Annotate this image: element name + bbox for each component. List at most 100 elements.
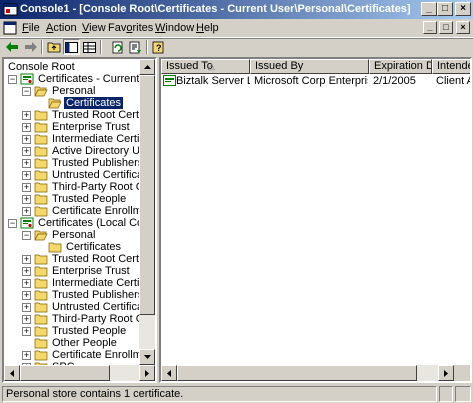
collapse-icon[interactable]: − [8, 219, 17, 228]
show-hide-tree-button[interactable] [63, 39, 80, 55]
title-bar[interactable]: Console1 - [Console Root\Certificates - … [0, 0, 473, 19]
expand-icon[interactable]: + [22, 207, 31, 216]
collapse-icon[interactable]: − [22, 87, 31, 96]
expand-icon[interactable]: + [22, 291, 31, 300]
tree-item-label: Console Root [8, 61, 75, 73]
menu-action[interactable]: Action [46, 22, 77, 34]
collapse-icon[interactable]: − [22, 231, 31, 240]
list-scroll-right-button[interactable] [438, 365, 454, 381]
expand-icon[interactable]: + [22, 303, 31, 312]
folder-icon [34, 254, 48, 265]
folder-icon [34, 194, 48, 205]
tree-scroll-up-button[interactable] [139, 59, 155, 75]
column-expiration-date[interactable]: Expiration Date [369, 59, 432, 74]
folder-icon [34, 278, 48, 289]
expand-icon[interactable]: + [22, 279, 31, 288]
help-question-icon: ? [152, 41, 164, 53]
size-grip[interactable] [455, 386, 471, 402]
certificate-store-icon [20, 217, 34, 229]
list-scroll-left-button[interactable] [161, 365, 177, 381]
expand-icon[interactable]: + [22, 123, 31, 132]
menu-bar: File Action View Favorites Window Help [0, 19, 473, 38]
expand-icon[interactable]: + [22, 183, 31, 192]
refresh-button[interactable] [109, 39, 126, 55]
tree-item-label: Certificates [66, 241, 122, 253]
tree-horizontal-scrollbar[interactable] [4, 365, 155, 381]
refresh-icon [112, 41, 123, 53]
certificate-icon [163, 75, 176, 86]
cell-issued-to: Biztalk Server Labs [176, 75, 250, 87]
column-issued-to[interactable]: Issued To △ [161, 59, 250, 74]
mmc-app-icon [3, 3, 18, 16]
child-restore-button[interactable]: □ [439, 21, 453, 34]
tree-item-label: Trusted People [52, 325, 127, 337]
minimize-button[interactable]: _ [421, 2, 437, 16]
list-horizontal-scrollbar[interactable] [161, 365, 454, 381]
help-button[interactable]: ? [150, 39, 167, 55]
certificate-list[interactable]: Issued To △ Issued By Expiration Date In… [159, 57, 472, 383]
expand-icon[interactable]: + [22, 195, 31, 204]
toolbar-separator [41, 40, 43, 54]
toolbar: ? [0, 38, 473, 55]
child-minimize-button[interactable]: _ [423, 21, 437, 34]
expand-icon[interactable]: + [22, 315, 31, 324]
expand-icon[interactable]: + [22, 327, 31, 336]
arrow-up-icon [143, 65, 151, 69]
expand-icon[interactable]: + [22, 351, 31, 360]
column-intended-purposes[interactable]: Intended [432, 59, 470, 74]
details-grid-icon [83, 41, 96, 53]
menu-window[interactable]: Window [155, 22, 194, 34]
folder-icon [34, 170, 48, 181]
expand-icon[interactable]: + [22, 111, 31, 120]
expand-icon[interactable]: + [22, 255, 31, 264]
certificate-store-icon [20, 73, 34, 85]
menu-help[interactable]: Help [196, 22, 219, 34]
column-issued-by[interactable]: Issued By [250, 59, 369, 74]
child-close-button[interactable]: × [456, 21, 470, 34]
export-list-icon [129, 41, 141, 53]
folder-icon [34, 266, 48, 277]
folder-icon [48, 242, 62, 253]
folder-icon [34, 146, 48, 157]
menu-view[interactable]: View [82, 22, 106, 34]
console-tree-icon [65, 41, 78, 53]
menu-favorites[interactable]: Favorites [108, 22, 153, 34]
arrow-right-icon [145, 369, 149, 377]
folder-open-icon [34, 86, 48, 97]
tree-item-label: Trusted People [52, 193, 127, 205]
console-tree[interactable]: Console Root − Certificates - Current User… [2, 57, 157, 383]
expand-icon[interactable]: + [22, 135, 31, 144]
status-panel [439, 386, 453, 402]
back-arrow-icon [6, 42, 18, 52]
back-button[interactable] [4, 39, 21, 55]
maximize-button[interactable]: □ [437, 2, 453, 16]
view-details-button[interactable] [81, 39, 98, 55]
expand-icon[interactable]: + [22, 267, 31, 276]
expand-icon[interactable]: + [22, 159, 31, 168]
tree-item-label: Certificates [62, 96, 125, 110]
tree-scroll-right-button[interactable] [139, 365, 155, 381]
console-document-icon[interactable] [3, 21, 17, 35]
tree-scroll-thumb[interactable] [139, 75, 155, 315]
arrow-down-icon [143, 355, 151, 359]
forward-button[interactable] [22, 39, 39, 55]
folder-up-icon [47, 42, 60, 53]
collapse-icon[interactable]: − [8, 75, 17, 84]
tree-hscroll-thumb[interactable] [20, 365, 110, 381]
expand-icon[interactable]: + [22, 147, 31, 156]
menu-file[interactable]: File [22, 22, 40, 34]
scroll-corner [454, 365, 470, 381]
close-button[interactable]: × [455, 2, 471, 16]
sort-ascending-icon: △ [208, 61, 215, 71]
export-list-button[interactable] [127, 39, 144, 55]
expand-icon[interactable]: + [22, 171, 31, 180]
svg-text:?: ? [156, 43, 162, 53]
folder-icon [34, 350, 48, 361]
tree-vertical-scrollbar[interactable] [139, 59, 155, 365]
up-one-level-button[interactable] [45, 39, 62, 55]
tree-scroll-left-button[interactable] [4, 365, 20, 381]
tree-scroll-down-button[interactable] [139, 349, 155, 365]
list-hscroll-thumb[interactable] [177, 365, 417, 381]
folder-icon [34, 314, 48, 325]
folder-icon [34, 290, 48, 301]
